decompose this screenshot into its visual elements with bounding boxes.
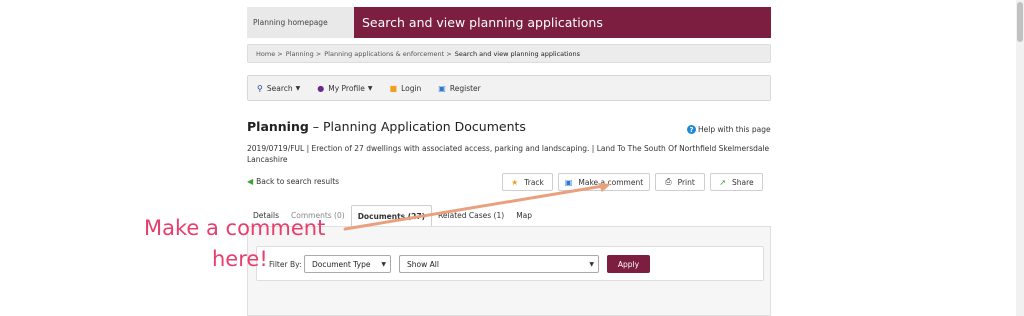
- apply-button[interactable]: Apply: [607, 255, 650, 273]
- application-description: 2019/0719/FUL | Erection of 27 dwellings…: [247, 144, 770, 164]
- help-icon: ?: [687, 125, 696, 134]
- caret-down-icon: ▼: [295, 84, 301, 92]
- back-to-results-link[interactable]: ◀ Back to search results: [247, 177, 339, 186]
- nav-register[interactable]: ▣ Register: [438, 84, 480, 93]
- star-icon: ★: [511, 177, 519, 187]
- annotation-line-1: Make a comment: [144, 216, 326, 240]
- user-icon: ●: [317, 83, 325, 93]
- planning-homepage-link[interactable]: Planning homepage: [247, 7, 354, 38]
- page-title-bold: Planning: [247, 119, 309, 134]
- nav-search-label: Search: [266, 83, 293, 93]
- back-label: Back to search results: [256, 177, 340, 186]
- search-icon: ⚲: [257, 83, 263, 93]
- nav-search[interactable]: ⚲ Search ▼: [257, 84, 300, 93]
- tab-map[interactable]: Map: [510, 205, 538, 226]
- dropdown-arrow-icon: ▼: [589, 261, 594, 268]
- register-icon: ▣: [438, 83, 446, 93]
- print-button[interactable]: ⎙ Print: [655, 173, 705, 191]
- page: Planning homepage Search and view planni…: [0, 0, 1024, 316]
- nav-login[interactable]: ■ Login: [390, 84, 422, 93]
- dropdown-arrow-icon: ▼: [381, 261, 386, 268]
- action-buttons: ★ Track ▣ Make a comment ⎙ Print ➚ Share: [502, 173, 763, 191]
- breadcrumb-home[interactable]: Home >: [256, 50, 283, 58]
- track-button[interactable]: ★ Track: [502, 173, 553, 191]
- comment-label: Make a comment: [578, 177, 644, 187]
- scrollbar-thumb[interactable]: [1017, 2, 1023, 42]
- comment-icon: ▣: [564, 177, 573, 187]
- nav-login-label: Login: [401, 83, 422, 93]
- lock-icon: ■: [389, 83, 398, 93]
- share-label: Share: [732, 177, 754, 187]
- show-value: Show All: [407, 259, 439, 269]
- back-arrow-icon: ◀: [247, 177, 254, 186]
- site-header: Planning homepage Search and view planni…: [247, 7, 771, 38]
- tab-documents[interactable]: Documents (27): [350, 205, 433, 226]
- breadcrumb-current: Search and view planning applications: [454, 49, 580, 58]
- printer-icon: ⎙: [665, 177, 672, 186]
- annotation-text: Make a comment here!: [144, 213, 344, 275]
- annotation-line-2: here!: [212, 247, 268, 271]
- help-link[interactable]: ? Help with this page: [687, 125, 771, 134]
- breadcrumb-planning[interactable]: Planning >: [286, 50, 322, 58]
- show-select[interactable]: Show All ▼: [399, 255, 599, 273]
- breadcrumb: Home > Planning > Planning applications …: [247, 44, 771, 63]
- nav-my-profile[interactable]: ● My Profile ▼: [317, 84, 372, 93]
- make-comment-button[interactable]: ▣ Make a comment: [558, 173, 650, 191]
- share-button[interactable]: ➚ Share: [710, 173, 763, 191]
- nav-register-label: Register: [449, 83, 481, 93]
- share-icon: ➚: [719, 177, 727, 187]
- page-scrollbar[interactable]: [1016, 0, 1024, 316]
- navbar: ⚲ Search ▼ ● My Profile ▼ ■ Login ▣ Regi…: [247, 75, 771, 101]
- track-label: Track: [524, 177, 544, 187]
- tab-related-cases[interactable]: Related Cases (1): [432, 205, 510, 226]
- site-title: Search and view planning applications: [354, 7, 771, 38]
- page-title-rest: – Planning Application Documents: [308, 119, 526, 134]
- print-label: Print: [677, 177, 695, 187]
- breadcrumb-applications[interactable]: Planning applications & enforcement >: [324, 50, 452, 58]
- help-label: Help with this page: [698, 125, 771, 134]
- caret-down-icon: ▼: [367, 84, 373, 92]
- nav-my-profile-label: My Profile: [328, 83, 365, 93]
- page-title: Planning – Planning Application Document…: [247, 119, 526, 134]
